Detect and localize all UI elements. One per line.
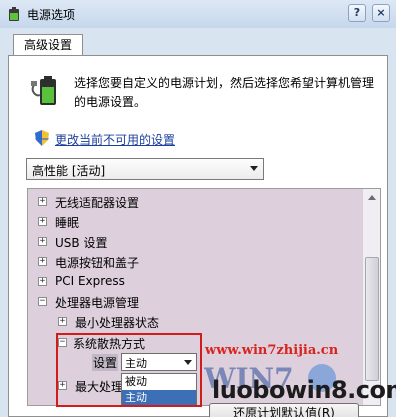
tree-scrollbar[interactable] — [362, 189, 380, 405]
title-bar: 电源选项 ? × — [0, 0, 396, 28]
power-options-icon — [9, 7, 19, 21]
tab-strip: 高级设置 — [8, 32, 388, 56]
tree-item-processor-power[interactable]: 处理器电源管理 — [55, 294, 139, 311]
expand-icon[interactable]: + — [58, 317, 67, 326]
tree-item-power-buttons[interactable]: 电源按钮和盖子 — [55, 254, 139, 271]
tree-item-max-processor-state[interactable]: 最大处理 — [75, 378, 123, 395]
cooling-policy-dropdown[interactable]: 被动 主动 — [121, 373, 197, 407]
dropdown-option-active[interactable]: 主动 — [122, 390, 196, 406]
chevron-down-icon — [184, 360, 192, 365]
uac-shield-icon — [35, 130, 49, 146]
expand-icon[interactable]: + — [38, 257, 47, 266]
tree-item-pci-express[interactable]: PCI Express — [55, 274, 125, 288]
restore-defaults-button[interactable]: 还原计划默认值(R) — [209, 403, 359, 417]
window-title: 电源选项 — [27, 8, 76, 22]
help-button[interactable]: ? — [348, 4, 366, 22]
setting-label: 设置 — [92, 354, 119, 371]
expand-icon[interactable]: + — [38, 217, 47, 226]
watermark-bottom: luobowin8.com — [212, 376, 396, 404]
power-plan-select[interactable]: 高性能 [活动] — [26, 158, 264, 180]
intro-text: 选择您要自定义的电源计划，然后选择您希望计算机管理的电源设置。 — [74, 76, 375, 109]
collapse-icon[interactable]: − — [38, 297, 47, 306]
expand-icon[interactable]: + — [58, 381, 67, 390]
cooling-policy-value: 主动 — [125, 357, 147, 370]
expand-icon[interactable]: + — [38, 277, 47, 286]
power-plan-value: 高性能 [活动] — [32, 164, 106, 178]
tree-item-min-processor-state[interactable]: 最小处理器状态 — [75, 314, 159, 331]
expand-icon[interactable]: + — [38, 237, 47, 246]
collapse-icon[interactable]: − — [58, 338, 67, 347]
chevron-down-icon — [250, 166, 258, 171]
tree-item-sleep[interactable]: 睡眠 — [55, 214, 79, 231]
cooling-policy-select[interactable]: 主动 — [121, 353, 197, 371]
tree-item-wireless-adapter[interactable]: 无线适配器设置 — [55, 194, 139, 211]
tab-advanced-settings[interactable]: 高级设置 — [13, 34, 83, 56]
dropdown-option-passive[interactable]: 被动 — [122, 374, 196, 390]
change-unavailable-settings-link[interactable]: 更改当前不可用的设置 — [55, 131, 175, 148]
tree-item-system-cooling-policy[interactable]: 系统散热方式 — [73, 335, 145, 352]
scroll-thumb[interactable] — [365, 257, 379, 381]
battery-plug-icon — [31, 76, 56, 105]
close-button[interactable]: × — [372, 4, 390, 22]
scroll-up-icon[interactable] — [368, 195, 376, 200]
expand-icon[interactable]: + — [38, 197, 47, 206]
watermark-top: www.win7zhijia.cn — [205, 343, 339, 358]
tree-item-usb[interactable]: USB 设置 — [55, 234, 107, 251]
